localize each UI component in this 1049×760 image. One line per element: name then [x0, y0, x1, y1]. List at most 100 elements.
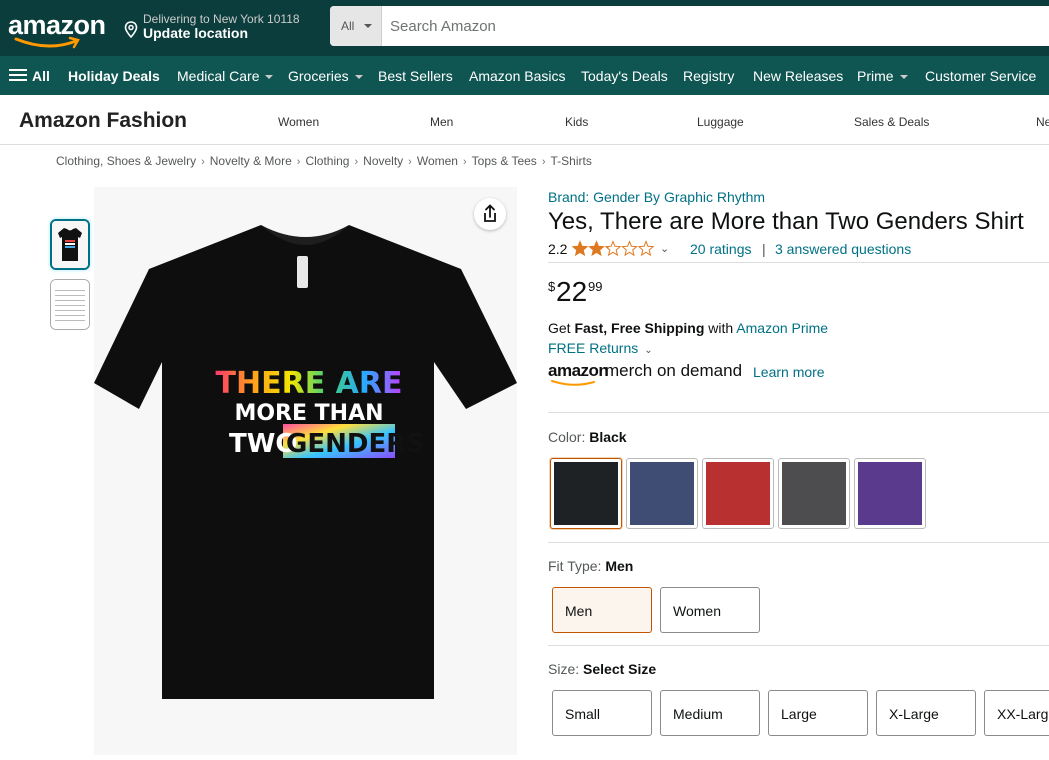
breadcrumb-item[interactable]: Clothing, Shoes & Jewelry: [56, 154, 196, 168]
price-symbol: $: [548, 279, 556, 294]
breadcrumb-item[interactable]: Novelty: [363, 154, 403, 168]
merch-on-demand: amazon merch on demand Learn more: [548, 360, 848, 386]
nav-item-new-releases[interactable]: New Releases: [753, 68, 843, 84]
star-outline: [637, 240, 655, 257]
subnav-item-men[interactable]: Men: [430, 115, 453, 129]
nav-item-customer-service[interactable]: Customer Service: [925, 68, 1036, 84]
swatch-fill: [706, 462, 770, 525]
size-option-x-large[interactable]: X-Large: [876, 690, 976, 736]
top-header: amazon Delivering to New York 10118 Upda…: [0, 0, 1049, 56]
answered-questions-link[interactable]: 3 answered questions: [775, 241, 911, 257]
subnav-title[interactable]: Amazon Fashion: [19, 109, 187, 133]
location-pin-icon: [124, 21, 138, 38]
nav-item-groceries[interactable]: Groceries: [288, 68, 363, 84]
subnav-item-kids[interactable]: Kids: [565, 115, 588, 129]
fit-option-men[interactable]: Men: [552, 587, 652, 633]
size-label: Size: Select Size: [548, 661, 657, 677]
nav-item-registry[interactable]: Registry: [683, 68, 734, 84]
thumbnail-shirt-image[interactable]: [50, 219, 90, 270]
fit-option-women[interactable]: Women: [660, 587, 760, 633]
selected-color: Black: [589, 429, 627, 445]
free-returns-label: FREE Returns: [548, 340, 639, 356]
breadcrumb-item[interactable]: Clothing: [305, 154, 349, 168]
rating-divider: |: [762, 241, 766, 257]
size-option-medium[interactable]: Medium: [660, 690, 760, 736]
breadcrumb: Clothing, Shoes & Jewelry › Novelty & More…: [56, 154, 592, 168]
size-chart-thumbnail-icon: [51, 280, 89, 329]
search-category-label: All: [341, 19, 355, 33]
delivery-location[interactable]: Delivering to New York 10118 Update loca…: [124, 11, 324, 45]
caret-down-icon: [354, 75, 363, 80]
subnav-item-luggage[interactable]: Luggage: [697, 115, 744, 129]
caret-down-icon: [265, 75, 274, 80]
fit-option-label: Women: [673, 603, 721, 619]
size-option-large[interactable]: Large: [768, 690, 868, 736]
caret-down-icon: [364, 24, 372, 28]
merch-smile-icon: [551, 380, 595, 386]
shirt-text-line2: MORE THAN: [234, 401, 383, 426]
nav-item-best-sellers[interactable]: Best Sellers: [378, 68, 453, 84]
share-icon: [484, 204, 496, 222]
nav-item-amazon-basics[interactable]: Amazon Basics: [469, 68, 565, 84]
swatch-fill: [782, 462, 846, 525]
price-fraction: 99: [588, 279, 603, 294]
size-option-label: XX-Large: [997, 706, 1049, 722]
nav-item-todays-deals[interactable]: Today's Deals: [581, 68, 668, 84]
free-returns-dropdown[interactable]: FREE Returns ⌄: [548, 340, 653, 356]
swatch-fill: [858, 462, 922, 525]
size-option-label: Medium: [673, 706, 723, 722]
nav-item-holiday-deals[interactable]: Holiday Deals: [68, 68, 160, 84]
breadcrumb-item[interactable]: Novelty & More: [210, 154, 292, 168]
color-swatch-red[interactable]: [702, 458, 774, 529]
nav-item-prime[interactable]: Prime: [857, 68, 908, 84]
logo-smile-icon: [14, 36, 80, 49]
shipping-bold: Fast, Free Shipping: [574, 320, 705, 336]
color-swatch-black[interactable]: [550, 458, 622, 529]
chevron-right-icon: ›: [296, 156, 301, 168]
shipping-prefix: Get: [548, 320, 575, 336]
brand-link[interactable]: Brand: Gender By Graphic Rhythm: [548, 189, 765, 205]
breadcrumb-item[interactable]: Women: [417, 154, 458, 168]
amazon-logo[interactable]: amazon: [8, 8, 108, 49]
product-main-image[interactable]: THERE ARE MORE THAN TWO GENDERS: [94, 187, 517, 755]
star-rating-icon[interactable]: [572, 240, 656, 258]
learn-more-link[interactable]: Learn more: [753, 364, 825, 380]
search-category-dropdown[interactable]: All: [330, 6, 382, 46]
color-swatch-navy[interactable]: [626, 458, 698, 529]
chevron-right-icon: ›: [408, 156, 412, 168]
star-outline: [621, 240, 638, 257]
thumbnail-size-chart[interactable]: [50, 279, 90, 330]
subnav-item-sales-deals[interactable]: Sales & Deals: [854, 115, 929, 129]
color-label: Color: Black: [548, 429, 627, 445]
tshirt-image: THERE ARE MORE THAN TWO GENDERS: [94, 187, 517, 755]
color-swatch-purple[interactable]: [854, 458, 926, 529]
breadcrumb-item[interactable]: T-Shirts: [550, 154, 591, 168]
amazon-prime-link[interactable]: Amazon Prime: [736, 320, 828, 336]
shirt-thumbnail-icon: [52, 221, 88, 268]
search-input[interactable]: [382, 6, 1049, 46]
chevron-down-icon[interactable]: ⌄: [660, 242, 669, 255]
all-menu-label: All: [32, 68, 50, 84]
shirt-text-line1: THERE ARE: [216, 366, 403, 401]
rating-row: 2.2 ⌄ 20 ratings | 3 answered questions: [548, 240, 1049, 259]
subnav-item-women[interactable]: Women: [278, 115, 319, 129]
ratings-count-link[interactable]: 20 ratings: [690, 241, 751, 257]
shipping-mid: with: [704, 320, 737, 336]
color-swatch-heather-grey[interactable]: [778, 458, 850, 529]
search-bar: All: [330, 6, 1049, 46]
nav-item-medical-care[interactable]: Medical Care: [177, 68, 274, 84]
size-option-xx-large[interactable]: XX-Large: [984, 690, 1049, 736]
shipping-info: Get Fast, Free Shipping with Amazon Prim…: [548, 320, 828, 336]
chevron-right-icon: ›: [462, 156, 467, 168]
size-option-label: X-Large: [889, 706, 939, 722]
breadcrumb-item[interactable]: Tops & Tees: [472, 154, 537, 168]
size-option-small[interactable]: Small: [552, 690, 652, 736]
divider: [548, 645, 1049, 646]
merch-amazon-logo: amazon: [548, 361, 609, 380]
star-fill: [572, 241, 588, 256]
divider: [548, 542, 1049, 543]
hamburger-icon: [9, 69, 27, 82]
merch-on-demand-label: merch on demand: [605, 361, 743, 380]
share-button[interactable]: [474, 198, 506, 230]
subnav-item-new[interactable]: Ne: [1036, 115, 1049, 129]
